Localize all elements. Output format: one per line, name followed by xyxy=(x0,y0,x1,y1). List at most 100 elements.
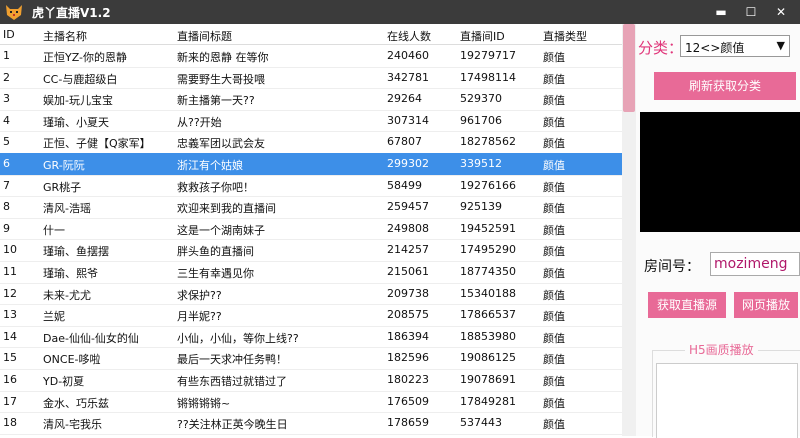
table-row[interactable]: 17 金水、巧乐兹 锵锵锵锵~ 176509 17849281 颜值 xyxy=(0,391,622,414)
header-title[interactable]: 直播间标题 xyxy=(177,28,232,44)
cell-type: 颜值 xyxy=(543,159,565,172)
table-row[interactable]: 10 瑾瑜、鱼摆摆 胖头鱼的直播间 214257 17495290 颜值 xyxy=(0,239,622,262)
table-row[interactable]: 16 YD-初夏 有些东西错过就错过了 180223 19078691 颜值 xyxy=(0,369,622,392)
cell-name: 未来-尤尤 xyxy=(43,288,91,302)
cell-count: 307314 xyxy=(387,113,429,127)
cell-roomid: 17849281 xyxy=(460,394,516,408)
cell-roomid: 19279717 xyxy=(460,49,516,62)
cell-type: 颜值 xyxy=(543,223,565,237)
table-row[interactable]: 3 娱加-玩儿宝宝 新主播第一天?? 29264 529370 颜值 xyxy=(0,88,622,111)
web-play-button[interactable]: 网页播放 xyxy=(734,292,798,318)
table-row[interactable]: 2 CC-与鹿超级白 需要野生大哥投喂 342781 17498114 颜值 xyxy=(0,67,622,90)
video-player[interactable] xyxy=(640,112,800,232)
get-stream-button[interactable]: 获取直播源 xyxy=(648,292,726,318)
cell-type: 颜值 xyxy=(543,396,565,410)
cell-roomid: 17498114 xyxy=(460,70,516,84)
table-row[interactable]: 11 瑾瑜、熙爷 三生有幸遇见你 215061 18774350 颜值 xyxy=(0,261,622,284)
cell-count: 186394 xyxy=(387,329,429,343)
cell-id: 13 xyxy=(3,308,17,322)
table-row[interactable]: 5 正恒、子健【Q家军】 忠義军团以武会友 67807 18278562 颜值 xyxy=(0,131,622,154)
cell-count: 208575 xyxy=(387,308,429,322)
cell-roomid: 15340188 xyxy=(460,286,516,300)
cell-id: 4 xyxy=(3,113,10,127)
cell-id: 16 xyxy=(3,373,17,386)
cell-title: 求保护?? xyxy=(177,288,222,302)
cell-count: 259457 xyxy=(387,200,429,214)
cell-count: 214257 xyxy=(387,243,429,257)
cell-type: 颜值 xyxy=(543,202,565,216)
category-select[interactable]: 12<>颜值 ▼ xyxy=(680,35,790,57)
tiger-logo-icon xyxy=(6,5,22,20)
maximize-button[interactable]: ☐ xyxy=(736,0,766,24)
cell-roomid: 537443 xyxy=(460,416,502,430)
cell-name: 清风-浩瑶 xyxy=(43,202,91,216)
cell-id: 10 xyxy=(3,243,17,257)
cell-title: 最后一天求冲任务鸭！ xyxy=(177,353,287,367)
cell-count: 215061 xyxy=(387,265,429,278)
cell-name: ONCE-哆啦 xyxy=(43,353,101,367)
cell-title: 救救孩子你吧！ xyxy=(177,180,254,194)
table-row[interactable]: 8 清风-浩瑶 欢迎来到我的直播间 259457 925139 颜值 xyxy=(0,196,622,219)
table-row[interactable]: 12 未来-尤尤 求保护?? 209738 15340188 颜值 xyxy=(0,283,622,306)
table-row[interactable]: 4 瑾瑜、小夏天 从??开始 307314 961706 颜值 xyxy=(0,110,622,133)
cell-name: 瑾瑜、小夏天 xyxy=(43,115,109,129)
cell-count: 249808 xyxy=(387,221,429,235)
close-button[interactable]: ✕ xyxy=(766,0,796,24)
cell-type: 颜值 xyxy=(543,94,565,108)
category-label: 分类： xyxy=(638,39,684,57)
header-count[interactable]: 在线人数 xyxy=(387,28,431,44)
cell-name: 金水、巧乐兹 xyxy=(43,396,109,410)
minimize-button[interactable]: ▬ xyxy=(706,0,736,24)
scroll-thumb[interactable] xyxy=(623,24,635,112)
table-row[interactable]: 15 ONCE-哆啦 最后一天求冲任务鸭！ 182596 19086125 颜值 xyxy=(0,347,622,370)
cell-type: 颜值 xyxy=(543,245,565,259)
table-header: ID 主播名称 直播间标题 在线人数 直播间ID 直播类型 xyxy=(0,24,622,45)
cell-name: GR-阮阮 xyxy=(43,159,85,172)
header-type[interactable]: 直播类型 xyxy=(543,28,587,44)
cell-roomid: 17495290 xyxy=(460,243,516,257)
table-row[interactable]: 14 Dae-仙仙-仙女的仙 小仙，小仙，等你上线?? 186394 18853980 颜… xyxy=(0,326,622,349)
cell-roomid: 19276166 xyxy=(460,178,516,192)
header-id[interactable]: ID xyxy=(3,28,15,41)
table-row[interactable]: 13 兰妮 月半妮?? 208575 17866537 颜值 xyxy=(0,304,622,327)
table-scrollbar[interactable] xyxy=(622,24,636,436)
room-label: 房间号： xyxy=(644,259,700,275)
cell-count: 176509 xyxy=(387,394,429,408)
cell-count: 67807 xyxy=(387,135,422,149)
cell-title: 有些东西错过就错过了 xyxy=(177,375,287,388)
header-name[interactable]: 主播名称 xyxy=(43,28,87,44)
table-row[interactable]: 9 什一 这是一个湖南妹子 249808 19452591 颜值 xyxy=(0,218,622,241)
room-id-input[interactable] xyxy=(710,252,800,276)
cell-title: 三生有幸遇见你 xyxy=(177,267,254,280)
cell-type: 颜值 xyxy=(543,418,565,432)
refresh-category-button[interactable]: 刷新获取分类 xyxy=(654,72,796,100)
h5-play-area[interactable] xyxy=(656,363,798,438)
cell-title: 忠義军团以武会友 xyxy=(177,137,265,151)
cell-title: 欢迎来到我的直播间 xyxy=(177,202,276,216)
cell-count: 299302 xyxy=(387,157,429,170)
table-row[interactable]: 7 GR桃子 救救孩子你吧！ 58499 19276166 颜值 xyxy=(0,175,622,198)
cell-roomid: 925139 xyxy=(460,200,502,214)
cell-id: 1 xyxy=(3,49,10,62)
cell-roomid: 961706 xyxy=(460,113,502,127)
cell-id: 5 xyxy=(3,135,10,149)
cell-name: 什一 xyxy=(43,223,65,237)
header-roomid[interactable]: 直播间ID xyxy=(460,28,505,44)
cell-id: 2 xyxy=(3,70,10,84)
cell-id: 14 xyxy=(3,329,17,343)
cell-id: 12 xyxy=(3,286,17,300)
cell-count: 58499 xyxy=(387,178,422,192)
h5-group-title: H5画质播放 xyxy=(685,341,758,358)
cell-name: 清风-宅我乐 xyxy=(43,418,102,432)
cell-type: 颜值 xyxy=(543,137,565,151)
table-row[interactable]: 6 GR-阮阮 浙江有个姑娘 299302 339512 颜值 xyxy=(0,153,622,176)
cell-count: 240460 xyxy=(387,49,429,62)
table-row[interactable]: 1 正恒YZ-你的恩静 新来的恩静 在等你 240460 19279717 颜值 xyxy=(0,45,622,68)
cell-id: 17 xyxy=(3,394,17,408)
table-row[interactable]: 18 清风-宅我乐 ??关注林正英今晚生日 178659 537443 颜值 xyxy=(0,412,622,435)
chevron-down-icon: ▼ xyxy=(776,39,785,52)
app-title: 虎丫直播V1.2 xyxy=(32,6,111,20)
cell-title: 新主播第一天?? xyxy=(177,94,255,108)
stream-table: ID 主播名称 直播间标题 在线人数 直播间ID 直播类型 1 正恒YZ-你的恩静… xyxy=(0,24,623,436)
cell-roomid: 17866537 xyxy=(460,308,516,322)
